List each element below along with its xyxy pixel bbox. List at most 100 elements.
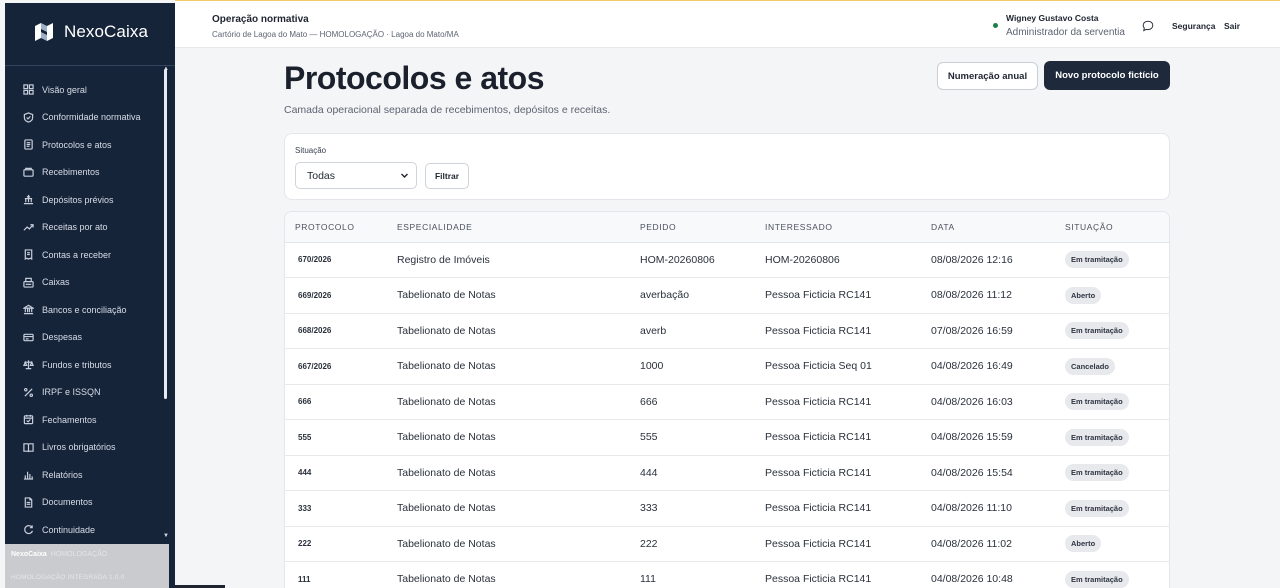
col-header-date[interactable]: DATA (931, 212, 1065, 243)
col-header-protocol[interactable]: PROTOCOLO (285, 212, 397, 243)
logout-link[interactable]: Sair (1224, 21, 1240, 31)
col-header-specialty[interactable]: ESPECIALIDADE (397, 212, 640, 243)
sidebar-item-book[interactable]: Livros obrigatórios (5, 434, 175, 462)
status-cell: Em tramitação (1065, 561, 1169, 588)
sidebar-item-label: Fundos e tributos (42, 359, 112, 370)
col-header-interested[interactable]: INTERESSADO (765, 212, 931, 243)
trend-up-icon (23, 222, 34, 233)
col-header-status[interactable]: SITUAÇÃO (1065, 212, 1169, 243)
order-cell: averbação (640, 277, 765, 314)
annual-numbering-button[interactable]: Numeração anual (937, 62, 1038, 90)
filter-panel: Situação Todas Filtrar (284, 133, 1170, 200)
specialty-cell: Tabelionato de Notas (397, 277, 640, 314)
sidebar-item-label: Fechamentos (42, 414, 97, 425)
shield-check-icon (23, 112, 34, 123)
scale-icon (23, 359, 34, 370)
interested-cell: Pessoa Ficticia RC141 (765, 277, 931, 314)
interested-cell: Pessoa Ficticia RC141 (765, 561, 931, 588)
bank-deposit-icon (23, 194, 34, 205)
sidebar-item-scale[interactable]: Fundos e tributos (5, 351, 175, 379)
interested-cell: Pessoa Ficticia RC141 (765, 419, 931, 456)
status-badge: Em tramitação (1065, 464, 1129, 482)
sidebar-item-grid[interactable]: Visão geral (5, 76, 175, 104)
table-row[interactable]: 667/2026 Tabelionato de Notas 1000 Pessoa F… (285, 348, 1169, 385)
status-badge: Em tramitação (1065, 251, 1129, 269)
protocol-cell: 111 (285, 561, 397, 588)
interested-cell: Pessoa Ficticia RC141 (765, 313, 931, 349)
interested-cell: Pessoa Ficticia RC141 (765, 526, 931, 562)
date-cell: 04/08/2026 11:10 (931, 490, 1065, 527)
sidebar-item-document[interactable]: Protocolos e atos (5, 131, 175, 159)
new-protocol-button[interactable]: Novo protocolo fictício (1044, 61, 1170, 90)
chat-bubble-icon[interactable] (1142, 20, 1154, 32)
sidebar-item-label: Documentos (42, 497, 93, 508)
sidebar-item-refresh[interactable]: Continuidade (5, 516, 175, 544)
date-cell: 07/08/2026 16:59 (931, 313, 1065, 349)
grid-icon (23, 84, 34, 95)
sidebar-item-file[interactable]: Documentos (5, 489, 175, 517)
status-cell: Em tramitação (1065, 490, 1169, 527)
status-cell: Aberto (1065, 526, 1169, 562)
card-icon (23, 332, 34, 343)
sidebar-item-bar-chart[interactable]: Relatórios (5, 461, 175, 489)
table-row[interactable]: 666 Tabelionato de Notas 666 Pessoa Fictici… (285, 384, 1169, 420)
specialty-cell: Tabelionato de Notas (397, 490, 640, 527)
date-cell: 04/08/2026 15:54 (931, 455, 1065, 491)
sidebar-item-trend-up[interactable]: Receitas por ato (5, 214, 175, 242)
page-title: Protocolos e atos (284, 60, 545, 96)
sidebar-item-bank[interactable]: Bancos e conciliação (5, 296, 175, 324)
footer-version: HOMOLOGAÇÃO INTEGRADA 1.0.0 (11, 574, 125, 581)
security-link[interactable]: Segurança (1172, 21, 1215, 31)
status-select[interactable]: Todas (295, 162, 417, 189)
interested-cell: Pessoa Ficticia Seq 01 (765, 348, 931, 385)
context-title: Operação normativa (212, 14, 309, 25)
table-row[interactable]: 668/2026 Tabelionato de Notas averb Pessoa … (285, 313, 1169, 349)
order-cell: HOM-20260806 (640, 242, 765, 278)
table-row[interactable]: 670/2026 Registro de Imóveis HOM-20260806 H… (285, 242, 1169, 278)
sidebar-item-label: Livros obrigatórios (42, 442, 116, 453)
sidebar-item-card[interactable]: Despesas (5, 324, 175, 352)
status-cell: Cancelado (1065, 348, 1169, 385)
table-row[interactable]: 111 Tabelionato de Notas 111 Pessoa Fictici… (285, 561, 1169, 588)
context-subtitle: Cartório de Lagoa do Mato — HOMOLOGAÇÃO … (212, 30, 459, 39)
sidebar-item-shield-check[interactable]: Conformidade normativa (5, 104, 175, 132)
sidebar-item-wallet[interactable]: Recebimentos (5, 159, 175, 187)
sidebar-item-label: Despesas (42, 332, 83, 343)
protocol-cell: 555 (285, 419, 397, 456)
online-status-dot (993, 23, 998, 28)
specialty-cell: Tabelionato de Notas (397, 419, 640, 456)
order-cell: averb (640, 313, 765, 349)
sidebar-item-calendar-check[interactable]: Fechamentos (5, 406, 175, 434)
col-header-order[interactable]: PEDIDO (640, 212, 765, 243)
sidebar-item-cash-register[interactable]: Caixas (5, 269, 175, 297)
sidebar-scrollbar[interactable] (164, 69, 167, 399)
table-row[interactable]: 333 Tabelionato de Notas 333 Pessoa Fictici… (285, 490, 1169, 527)
table-header-row: PROTOCOLO ESPECIALIDADE PEDIDO INTERESSA… (285, 212, 1169, 243)
sidebar-item-receipt[interactable]: Contas a receber (5, 241, 175, 269)
specialty-cell: Tabelionato de Notas (397, 455, 640, 491)
order-cell: 444 (640, 455, 765, 491)
table-row[interactable]: 555 Tabelionato de Notas 555 Pessoa Fictici… (285, 419, 1169, 456)
table-row[interactable]: 222 Tabelionato de Notas 222 Pessoa Fictici… (285, 526, 1169, 562)
sidebar-item-label: Caixas (42, 277, 70, 288)
footer-env: HOMOLOGAÇÃO (50, 551, 108, 558)
table-row[interactable]: 669/2026 Tabelionato de Notas averbação Pes… (285, 277, 1169, 314)
user-role: Administrador da serventia (1006, 27, 1125, 38)
status-badge: Cancelado (1065, 357, 1115, 375)
specialty-cell: Tabelionato de Notas (397, 561, 640, 588)
specialty-cell: Registro de Imóveis (397, 242, 640, 278)
user-name: Wigney Gustavo Costa (1006, 13, 1099, 23)
specialty-cell: Tabelionato de Notas (397, 384, 640, 420)
sidebar-item-label: Visão geral (42, 84, 87, 95)
protocol-cell: 668/2026 (285, 313, 397, 349)
sidebar-item-percent[interactable]: IRPF e ISSQN (5, 379, 175, 407)
scroll-down-arrow-icon[interactable]: ▼ (163, 533, 169, 539)
calendar-check-icon (23, 414, 34, 425)
protocol-cell: 222 (285, 526, 397, 562)
status-badge: Em tramitação (1065, 570, 1129, 588)
brand[interactable]: NexoCaixa (5, 3, 175, 61)
filter-button[interactable]: Filtrar (425, 163, 469, 189)
status-filter-label: Situação (295, 146, 327, 155)
sidebar-item-bank-deposit[interactable]: Depósitos prévios (5, 186, 175, 214)
table-row[interactable]: 444 Tabelionato de Notas 444 Pessoa Fictici… (285, 455, 1169, 491)
